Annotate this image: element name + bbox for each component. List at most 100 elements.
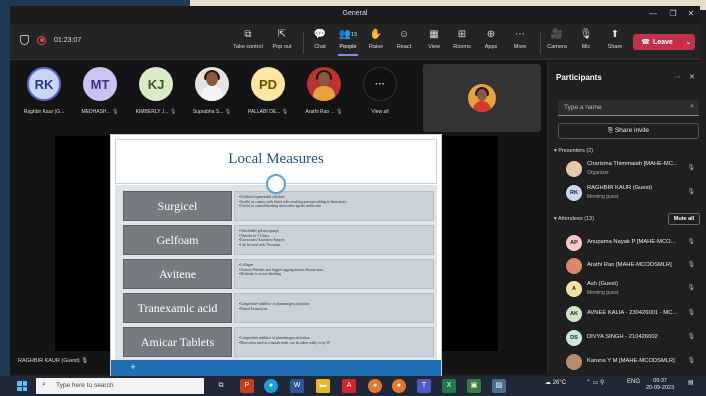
pop-out-button[interactable]: ⇱ Pop out xyxy=(266,28,298,50)
participant-name: Arathi Rao ... 🎙 xyxy=(305,109,343,115)
share-icon: ⬆ xyxy=(610,29,620,40)
view-all-button[interactable]: ··· View all xyxy=(354,67,406,115)
avatar-photo xyxy=(307,67,341,101)
attendees-section-header[interactable]: ▾ Attendees (13) xyxy=(554,216,594,222)
participant-row[interactable]: Charisma Thimmaiah [MAHE-MC... Organizer… xyxy=(554,159,701,179)
weather-widget[interactable]: ☁ 26°C xyxy=(545,379,566,386)
teams-meeting-window: General — ❐ ✕ 01:23:07 ⧉ Take control ⇱ … xyxy=(10,6,700,381)
meeting-timer: 01:23:07 xyxy=(54,36,82,44)
participant-tile[interactable]: KJ KIMBERLY J... 🎙 xyxy=(130,67,182,115)
take-control-button[interactable]: ⧉ Take control xyxy=(232,28,264,50)
share-button[interactable]: ⬆ Share xyxy=(599,28,631,50)
chrome-icon[interactable]: ● xyxy=(264,379,278,393)
smiley-icon: ☺ xyxy=(398,29,410,40)
participant-name: MEDHASH... 🎙 xyxy=(81,109,119,115)
more-options-icon[interactable]: ⋯ xyxy=(674,73,681,81)
avatar: MT xyxy=(83,67,117,101)
people-count-badge: 15 xyxy=(351,32,358,38)
avatar: AK xyxy=(566,306,582,322)
language-indicator[interactable]: ENG xyxy=(627,379,640,385)
participant-row[interactable]: RK RAGHBIR KAUR (Guest) Meeting guest 🎙 xyxy=(554,183,701,203)
participant-row[interactable]: A Ash (Guest) Meeting guest 🎙 xyxy=(554,279,701,299)
firefox-icon[interactable]: ● xyxy=(368,379,382,393)
recording-icon xyxy=(37,35,46,45)
more-icon: ··· xyxy=(363,67,397,101)
windows-start-icon[interactable] xyxy=(17,381,27,391)
slide-row: Avitene •Collagen •Attracts Platelets and… xyxy=(121,259,434,289)
participant-gallery: RK Raghbir Kaur (G... MT MEDHASH... 🎙 KJ… xyxy=(18,67,438,127)
word-icon[interactable]: W xyxy=(290,379,304,393)
camera-button[interactable]: 🎥 Camera xyxy=(541,28,573,50)
task-view-icon[interactable]: ⧉ xyxy=(214,379,228,393)
mic-off-icon: 🎙 xyxy=(81,358,89,364)
windows-taskbar: ⌕ Type here to search ⧉ P ● W ▬ A ● ● T … xyxy=(0,376,706,396)
row-description: •Oxidized regenerated cellulose •Swells o… xyxy=(234,191,434,221)
react-button[interactable]: ☺ React xyxy=(388,28,420,50)
participant-name: Raghbir Kaur (G... xyxy=(23,109,65,115)
participant-tile[interactable]: MT MEDHASH... 🎙 xyxy=(74,67,126,115)
row-label: Gelfoam xyxy=(123,225,232,255)
row-label: Tranexamic acid xyxy=(123,293,232,323)
participant-name: PALLABI DE... 🎙 xyxy=(247,109,289,115)
photos-icon[interactable]: ▨ xyxy=(492,379,506,393)
notifications-icon[interactable]: ▤ xyxy=(688,379,694,386)
take-control-icon: ⧉ xyxy=(244,29,252,40)
avatar-photo xyxy=(566,161,582,177)
participants-pane: Participants ⋯ ✕ Type a name ⌕ ⎘ Share i… xyxy=(547,61,700,374)
mute-all-button[interactable]: Mute all xyxy=(668,213,700,225)
participant-row[interactable]: AP Anupama Nayak P [MAHE-MCO... 🎙 xyxy=(554,233,701,253)
leave-button[interactable]: ☎ Leave ⌄ xyxy=(633,34,695,50)
tray-icons[interactable]: ⌃ ▭ ⚲ xyxy=(586,379,604,386)
row-description: •Competitive inhibitor of plasminogen ac… xyxy=(234,327,434,357)
mic-off-icon: 🎙 xyxy=(687,262,695,268)
avatar: AP xyxy=(566,235,582,251)
acrobat-icon[interactable]: A xyxy=(342,379,356,393)
add-button[interactable]: + xyxy=(120,361,146,373)
participant-tile[interactable]: Suprabha S... 🎙 xyxy=(186,67,238,115)
app-icon[interactable]: ▣ xyxy=(467,379,481,393)
participant-row[interactable]: DS DIVYA SINGH - 210426002 🎙 xyxy=(554,328,701,348)
presenters-section-header[interactable]: ▾ Presenters (2) xyxy=(554,148,593,154)
slide-decoration-circle xyxy=(266,174,286,194)
participant-name: AVNEE KALIA - 230426001 - MC... xyxy=(587,310,678,316)
participant-row[interactable]: AK AVNEE KALIA - 230426001 - MC... 🎙 xyxy=(554,304,701,324)
share-invite-button[interactable]: ⎘ Share invite xyxy=(558,123,699,139)
slide-row: Gelfoam •Absorbable gelatin sponge •Absor… xyxy=(121,225,434,255)
self-video-tile[interactable] xyxy=(423,64,541,132)
minimize-icon[interactable]: — xyxy=(645,9,661,18)
rooms-button[interactable]: ⊞ Rooms xyxy=(446,28,478,50)
participant-role: Meeting guest xyxy=(587,194,619,200)
rooms-icon: ⊞ xyxy=(457,29,467,40)
share-invite-icon: ⎘ xyxy=(607,127,614,134)
taskbar-clock[interactable]: 09:37 20-09-2023 xyxy=(646,378,674,392)
teams-icon[interactable]: T xyxy=(417,379,431,393)
more-button[interactable]: ⋯ More xyxy=(504,28,536,50)
participant-tile[interactable]: PD PALLABI DE... 🎙 xyxy=(242,67,294,115)
mic-off-icon: 🎙 xyxy=(687,165,695,171)
slide-row: Amicar Tablets •Competitive inhibitor of… xyxy=(121,327,434,357)
close-icon[interactable]: ✕ xyxy=(683,9,699,18)
powerpoint-icon[interactable]: P xyxy=(240,379,254,393)
apps-icon: ⊕ xyxy=(486,29,496,40)
avatar: RK xyxy=(27,67,61,101)
search-icon: ⌕ xyxy=(42,381,46,388)
mic-button[interactable]: 🎙 Mic xyxy=(570,28,602,50)
maximize-icon[interactable]: ❐ xyxy=(665,9,681,18)
close-icon[interactable]: ✕ xyxy=(689,73,695,81)
chrome-alt-icon[interactable]: ● xyxy=(392,379,406,393)
chevron-down-icon[interactable]: ⌄ xyxy=(681,38,695,46)
mic-off-icon: 🎙 xyxy=(687,285,695,291)
participant-name: Arathi Rao [MAHE-MCODSMLR] xyxy=(587,262,672,268)
excel-icon[interactable]: X xyxy=(442,379,456,393)
participant-row[interactable]: Karuna Y M [MAHE-MCODSMLR] 🎙 xyxy=(554,352,701,372)
avatar-photo xyxy=(566,354,582,370)
avatar: PD xyxy=(251,67,285,101)
apps-button[interactable]: ⊕ Apps xyxy=(475,28,507,50)
avatar: DS xyxy=(566,330,582,346)
taskbar-search-input[interactable]: ⌕ Type here to search xyxy=(36,378,204,394)
file-explorer-icon[interactable]: ▬ xyxy=(316,379,330,393)
participant-row[interactable]: Arathi Rao [MAHE-MCODSMLR] 🎙 xyxy=(554,256,701,276)
participant-tile[interactable]: RK Raghbir Kaur (G... xyxy=(18,67,70,115)
participant-search-input[interactable]: Type a name ⌕ xyxy=(558,100,699,116)
participant-tile[interactable]: Arathi Rao ... 🎙 xyxy=(298,67,350,115)
